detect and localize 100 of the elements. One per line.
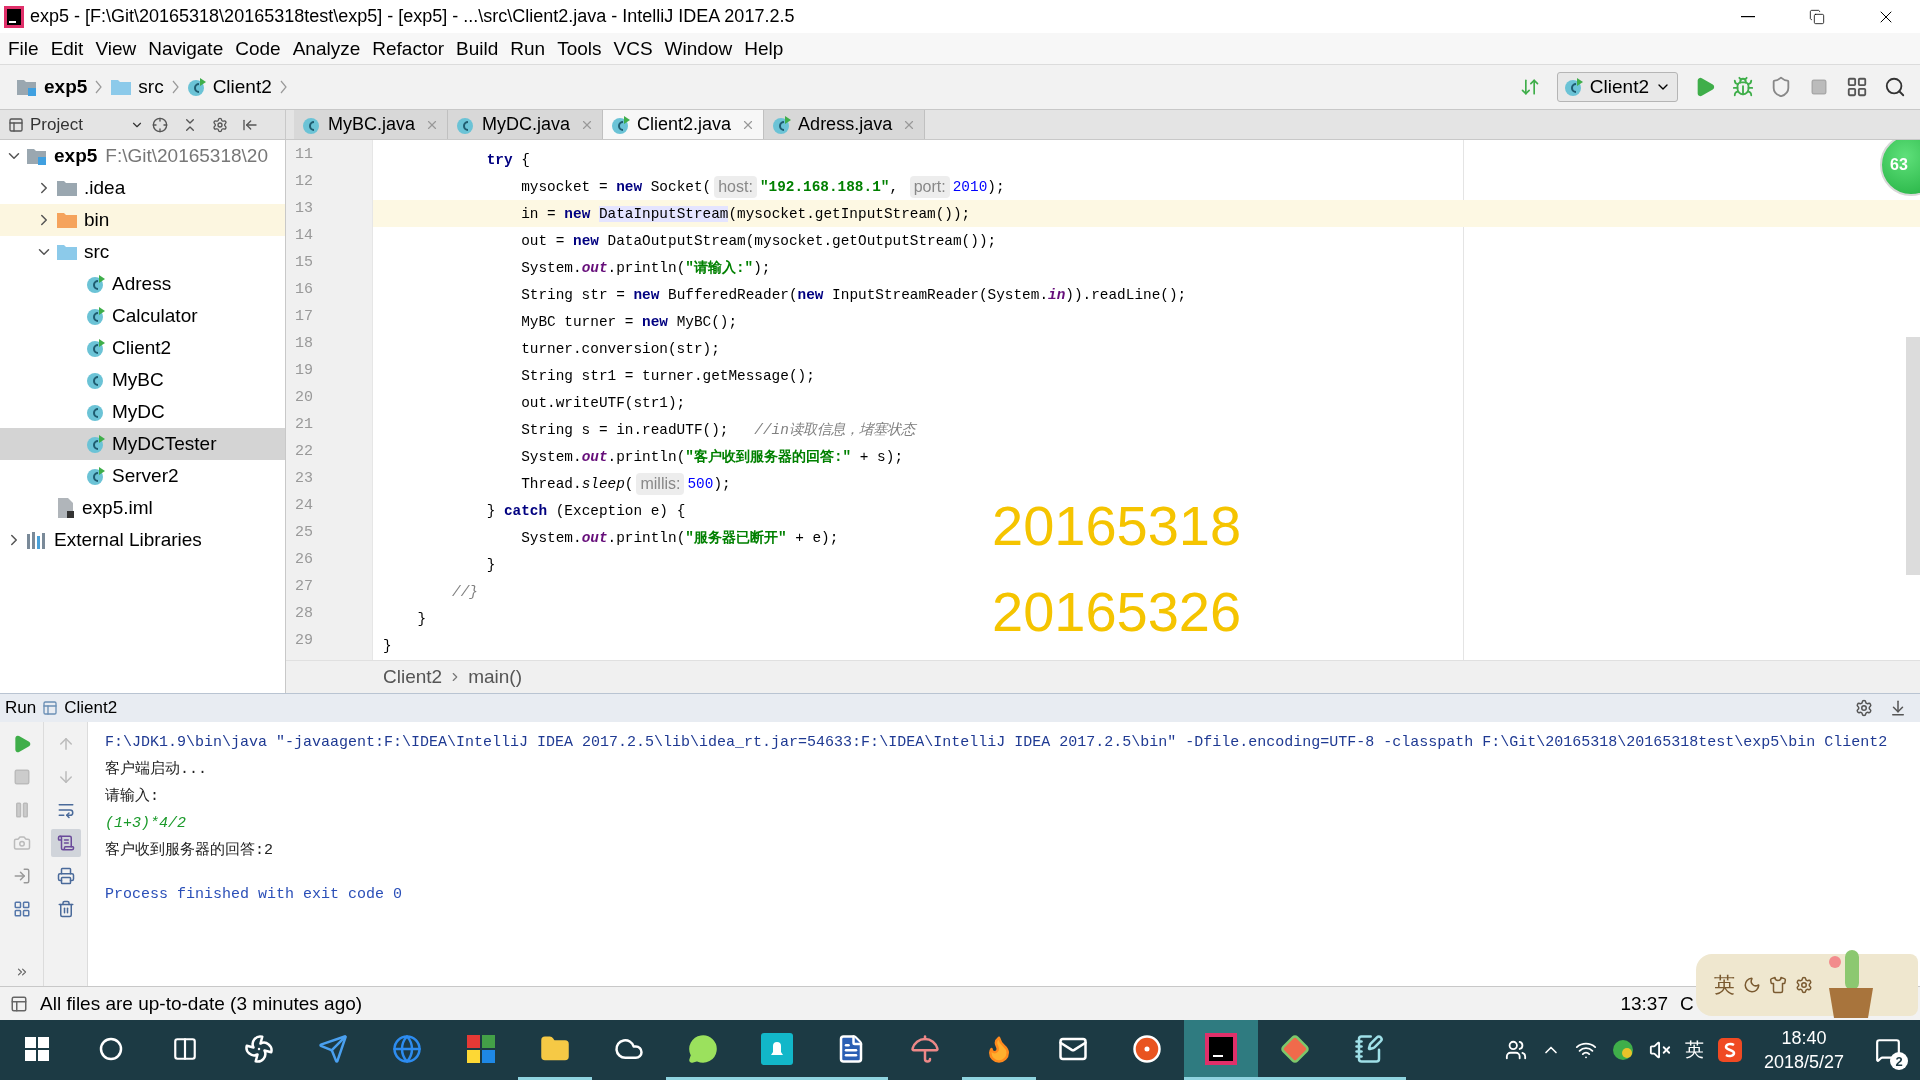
input-method-icon (1717, 1038, 1742, 1062)
breadcrumb[interactable]: main() (468, 666, 522, 688)
tree-item[interactable]: MyBC (0, 364, 285, 396)
line-number: 26 (294, 551, 314, 570)
code-line: } (485, 555, 496, 575)
line-number: 14 (294, 227, 314, 246)
taskbar-app[interactable] (1184, 1020, 1258, 1080)
code-line: turner.conversion(str); (520, 339, 720, 359)
panel-icon[interactable] (10, 994, 28, 1013)
tree-item[interactable]: Client2 (0, 332, 285, 364)
moon-icon[interactable] (1743, 976, 1761, 994)
run-config-select[interactable]: Client2 (1556, 72, 1678, 102)
breadcrumb[interactable]: Client2 (182, 76, 276, 98)
tree-item[interactable]: exp5 F:\Git\20165318\20 (0, 140, 285, 172)
item-label: exp5.iml (82, 497, 153, 519)
settings-icon[interactable] (1795, 976, 1813, 994)
tree-item[interactable]: Server2 (0, 460, 285, 492)
console-line: 客户收到服务器的回答:2 (105, 840, 274, 861)
task-view-icon (172, 1035, 198, 1062)
tree-item[interactable]: src (0, 236, 285, 268)
tree-item[interactable]: bin (0, 204, 285, 236)
breadcrumb[interactable]: Client2 (383, 666, 443, 688)
runnable-class-icon (772, 114, 793, 135)
code-line: try { (485, 150, 530, 170)
target-icon (1132, 1033, 1162, 1064)
scrollbar[interactable] (1906, 337, 1920, 575)
item-label: src (84, 241, 110, 263)
menu-item[interactable]: Code (229, 34, 287, 63)
menu-item[interactable]: Help (738, 34, 790, 63)
menu-item[interactable]: Tools (551, 34, 608, 63)
run-tab[interactable]: Client2 (42, 698, 118, 718)
editor-tab[interactable]: MyDC.java (448, 110, 604, 139)
line-number: 21 (294, 416, 314, 435)
line-number: 15 (294, 254, 314, 273)
fan-icon (244, 1033, 274, 1064)
volume-mute-icon[interactable] (1648, 1039, 1671, 1061)
folder-icon (56, 243, 78, 261)
code-line: } (383, 636, 392, 656)
code-line: mysocket = new Socket( host: "192.168.188.1", port: 2010); (383, 173, 1005, 200)
tree-item[interactable]: Adress (0, 268, 285, 300)
line-number: 17 (294, 308, 314, 327)
progress-badge: 63 (1880, 140, 1920, 196)
people-icon[interactable] (1504, 1039, 1527, 1061)
runnable-class-icon (86, 274, 106, 294)
menu-item[interactable]: Edit (44, 34, 90, 63)
menu-item[interactable]: VCS (607, 34, 659, 63)
scroll-icon[interactable] (50, 829, 81, 857)
menu-item[interactable]: Analyze (286, 34, 367, 63)
breadcrumb[interactable]: src (106, 76, 168, 98)
chat-bubble-icon (688, 1033, 718, 1064)
line-number: 19 (294, 362, 314, 381)
clock-date: 2018/5/27 (1763, 1051, 1844, 1074)
code-line: } catch (Exception e) { (485, 501, 686, 521)
clock[interactable]: 18:40 2018/5/27 (1755, 1026, 1852, 1074)
breadcrumb[interactable]: exp5 (12, 76, 92, 98)
code-line: System.out.println("请输入:"); (520, 258, 771, 278)
folder-icon (56, 179, 78, 197)
chevron-right-icon (171, 80, 179, 94)
code-line: in = new DataInputStream(mysocket.getInputStream()); (520, 204, 971, 224)
menu-item[interactable]: View (89, 34, 143, 63)
menu-item[interactable]: Build (450, 34, 505, 63)
tree-item[interactable]: Calculator (0, 300, 285, 332)
tree-item[interactable]: .idea (0, 172, 285, 204)
diamond-icon (1280, 1033, 1310, 1064)
tree-item[interactable]: External Libraries (0, 524, 285, 556)
code-line: System.out.println("服务器已断开" + e); (520, 528, 839, 548)
overlay-number: 20165318 (992, 498, 1242, 554)
runnable-class-icon (86, 338, 106, 358)
tree-item[interactable]: MyDC (0, 396, 285, 428)
item-label: MyDC (112, 401, 165, 423)
line-separator: C (1680, 992, 1695, 1015)
shirt-icon[interactable] (1769, 976, 1787, 994)
editor-tab[interactable]: MyBC.java (294, 110, 449, 139)
runnable-class-icon (186, 77, 207, 97)
menu-item[interactable]: File (2, 34, 45, 63)
menu-item[interactable]: Window (658, 34, 739, 63)
cursor-position: 13:37 (1620, 992, 1668, 1015)
chevron-right-icon (95, 80, 103, 94)
module-folder-icon (26, 146, 48, 166)
tree-item[interactable]: MyDCTester (0, 428, 285, 460)
bell-icon (761, 1032, 793, 1065)
ime-label[interactable]: 英 (1714, 971, 1735, 999)
class-icon (86, 370, 106, 390)
item-label: Server2 (112, 465, 179, 487)
menu-item[interactable]: Refactor (366, 34, 451, 63)
line-number: 24 (294, 497, 314, 516)
code-line: out = new DataOutputStream(mysocket.getOutputStream()); (520, 231, 997, 251)
menu-item[interactable]: Run (504, 34, 552, 63)
editor-tab[interactable]: Client2.java (603, 110, 765, 139)
module-folder-icon (16, 77, 38, 97)
restore-icon (1808, 8, 1825, 25)
tree-item[interactable]: exp5.iml (0, 492, 285, 524)
notebook-icon (1354, 1033, 1384, 1064)
folder-icon (56, 211, 78, 229)
language-indicator[interactable]: 英 (1684, 1037, 1704, 1063)
item-label: Adress (112, 273, 172, 295)
editor-tab[interactable]: Adress.java (764, 110, 926, 139)
panel-icon (42, 700, 59, 716)
menu-item[interactable]: Navigate (142, 34, 230, 63)
notification-button[interactable]: 2 (1866, 1028, 1910, 1072)
